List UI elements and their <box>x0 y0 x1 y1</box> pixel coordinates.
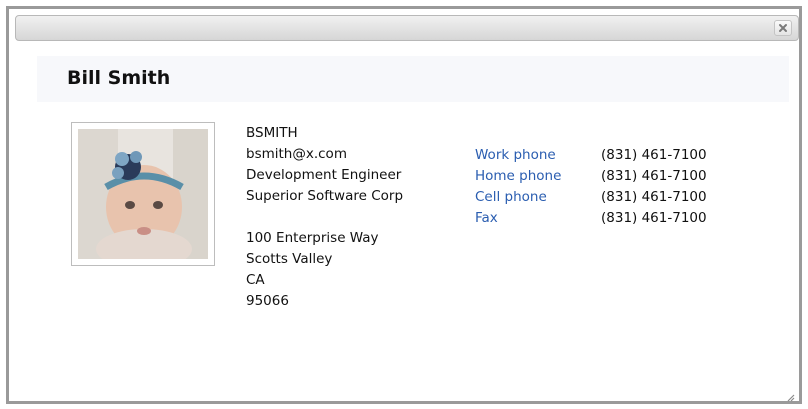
phone-value-cell: (831) 461-7100 <box>601 189 707 205</box>
address-city: Scotts Valley <box>246 251 333 267</box>
phone-value-work: (831) 461-7100 <box>601 147 707 163</box>
phone-row-work: Work phone (831) 461-7100 <box>475 145 707 166</box>
address-zip: 95066 <box>246 293 289 309</box>
phone-label-cell[interactable]: Cell phone <box>475 187 601 208</box>
phone-value-fax: (831) 461-7100 <box>601 210 707 226</box>
phone-label-home[interactable]: Home phone <box>475 166 601 187</box>
resize-grip-icon[interactable] <box>785 387 795 402</box>
phone-row-fax: Fax (831) 461-7100 <box>475 208 707 229</box>
contact-photo <box>78 129 208 259</box>
phone-row-cell: Cell phone (831) 461-7100 <box>475 187 707 208</box>
phone-value-home: (831) 461-7100 <box>601 168 707 184</box>
phone-list: Work phone (831) 461-7100 Home phone (83… <box>475 145 707 229</box>
contact-company: Superior Software Corp <box>246 188 404 204</box>
contact-title: Development Engineer <box>246 167 402 183</box>
contact-header: Bill Smith <box>37 56 789 102</box>
contact-email: bsmith@x.com <box>246 146 347 162</box>
address-state: CA <box>246 272 265 288</box>
contact-info: BSMITH bsmith@x.com Development Engineer… <box>246 123 403 312</box>
contact-name: Bill Smith <box>67 67 171 89</box>
close-button[interactable] <box>774 20 792 36</box>
phone-label-work[interactable]: Work phone <box>475 145 601 166</box>
dialog-titlebar[interactable] <box>15 15 799 41</box>
contact-photo-frame <box>71 122 215 266</box>
phone-row-home: Home phone (831) 461-7100 <box>475 166 707 187</box>
address-street: 100 Enterprise Way <box>246 230 379 246</box>
close-icon <box>778 23 788 33</box>
phone-label-fax[interactable]: Fax <box>475 208 601 229</box>
contact-username: BSMITH <box>246 125 298 141</box>
contact-dialog: Bill Smith BSMITH bsmith@x.com Developme… <box>6 6 802 404</box>
